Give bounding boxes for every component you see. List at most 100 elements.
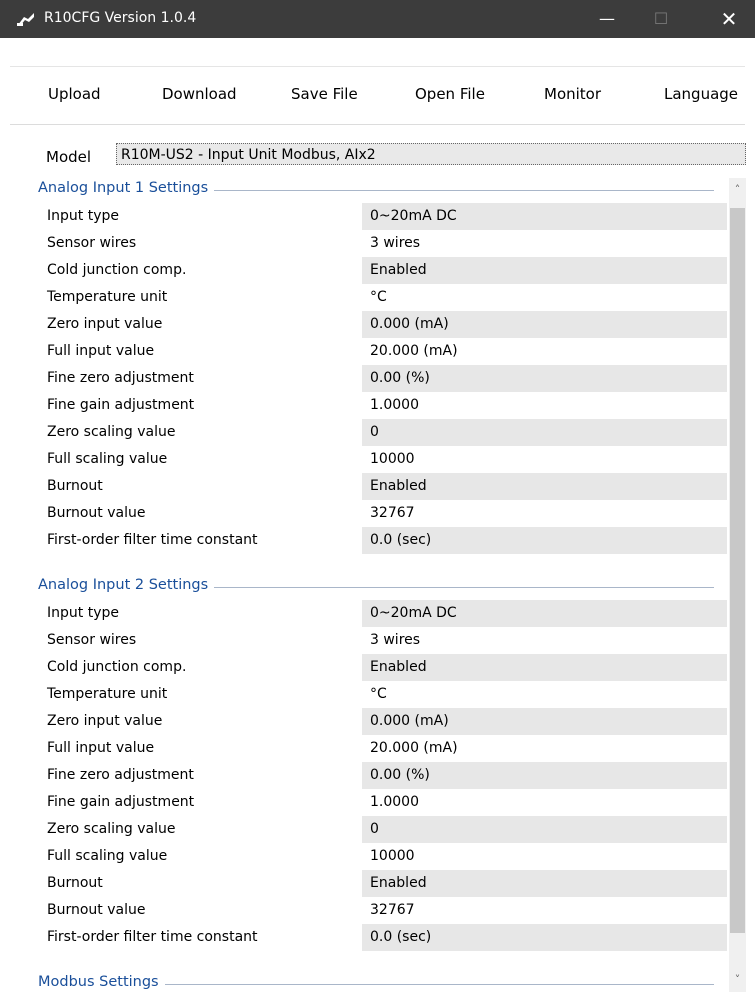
setting-value[interactable]: 20.000 (mA) [362, 338, 727, 365]
setting-value[interactable]: 1.0000 [362, 789, 727, 816]
menu-monitor[interactable]: Monitor [544, 85, 601, 103]
menu-save-file[interactable]: Save File [291, 85, 358, 103]
scroll-thumb[interactable] [730, 208, 745, 933]
setting-label: Fine zero adjustment [47, 767, 194, 783]
setting-value[interactable]: Enabled [362, 257, 727, 284]
setting-label: Full scaling value [47, 848, 168, 864]
menu-bar: Upload Download Save File Open File Moni… [10, 66, 745, 125]
setting-label: Fine gain adjustment [47, 397, 195, 413]
setting-label: Input type [47, 605, 119, 621]
setting-label: Cold junction comp. [47, 659, 187, 675]
section-header: Analog Input 1 Settings [36, 178, 716, 202]
setting-row[interactable]: Input type 0~20mA DC [36, 600, 727, 627]
setting-label: First-order filter time constant [47, 532, 258, 548]
setting-value[interactable]: 3 wires [362, 627, 727, 654]
setting-row[interactable]: Zero scaling value 0 [36, 816, 727, 843]
setting-label: Sensor wires [47, 235, 137, 251]
setting-label: Zero input value [47, 316, 163, 332]
setting-row[interactable]: Full scaling value 10000 [36, 446, 727, 473]
section-header: Analog Input 2 Settings [36, 575, 716, 599]
section-title: Analog Input 2 Settings [38, 577, 215, 593]
menu-language[interactable]: Language [664, 85, 738, 103]
setting-label: Zero scaling value [47, 424, 176, 440]
setting-label: Zero scaling value [47, 821, 176, 837]
section-title: Analog Input 1 Settings [38, 180, 215, 196]
setting-row[interactable]: Sensor wires 3 wires [36, 230, 727, 257]
setting-row[interactable]: Fine gain adjustment 1.0000 [36, 789, 727, 816]
setting-value[interactable]: Enabled [362, 870, 727, 897]
title-bar[interactable]: R10CFG Version 1.0.4 — ☐ ✕ [0, 0, 755, 38]
setting-row[interactable]: First-order filter time constant 0.0 (sec… [36, 527, 727, 554]
maximize-button[interactable]: ☐ [638, 0, 684, 38]
setting-row[interactable]: Temperature unit °C [36, 681, 727, 708]
setting-value[interactable]: Enabled [362, 473, 727, 500]
vertical-scrollbar[interactable]: ˄ ˅ [729, 178, 746, 992]
setting-row[interactable]: Zero input value 0.000 (mA) [36, 311, 727, 338]
menu-download[interactable]: Download [162, 85, 237, 103]
scroll-up-arrow-icon[interactable]: ˄ [729, 182, 746, 198]
scroll-down-arrow-icon[interactable]: ˅ [729, 972, 746, 988]
setting-value[interactable]: 0.0 (sec) [362, 924, 727, 951]
setting-row[interactable]: Fine gain adjustment 1.0000 [36, 392, 727, 419]
minimize-button[interactable]: — [584, 0, 630, 38]
setting-row[interactable]: Zero scaling value 0 [36, 419, 727, 446]
menu-open-file[interactable]: Open File [415, 85, 485, 103]
setting-label: Full scaling value [47, 451, 168, 467]
setting-value[interactable]: 0.00 (%) [362, 762, 727, 789]
setting-label: Zero input value [47, 713, 163, 729]
setting-row[interactable]: Full input value 20.000 (mA) [36, 735, 727, 762]
setting-value[interactable]: 0 [362, 816, 727, 843]
setting-label: Full input value [47, 343, 155, 359]
window-title: R10CFG Version 1.0.4 [44, 10, 197, 26]
setting-label: Temperature unit [47, 289, 168, 305]
setting-row[interactable]: Full input value 20.000 (mA) [36, 338, 727, 365]
setting-row[interactable]: Input type 0~20mA DC [36, 203, 727, 230]
setting-row[interactable]: Burnout value 32767 [36, 500, 727, 527]
close-button[interactable]: ✕ [706, 0, 752, 38]
setting-label: Fine zero adjustment [47, 370, 194, 386]
setting-label: Input type [47, 208, 119, 224]
setting-value[interactable]: 0.000 (mA) [362, 708, 727, 735]
setting-row[interactable]: Fine zero adjustment 0.00 (%) [36, 365, 727, 392]
menu-divider [10, 124, 745, 125]
setting-value[interactable]: 0 [362, 419, 727, 446]
setting-row[interactable]: First-order filter time constant 0.0 (sec… [36, 924, 727, 951]
setting-value[interactable]: 32767 [362, 500, 727, 527]
setting-row[interactable]: Burnout Enabled [36, 870, 727, 897]
setting-label: Cold junction comp. [47, 262, 187, 278]
setting-row[interactable]: Burnout value 32767 [36, 897, 727, 924]
setting-value[interactable]: 0~20mA DC [362, 600, 727, 627]
setting-label: Temperature unit [47, 686, 168, 702]
setting-value[interactable]: 10000 [362, 446, 727, 473]
setting-value[interactable]: 0.00 (%) [362, 365, 727, 392]
setting-value[interactable]: 32767 [362, 897, 727, 924]
setting-value[interactable]: 1.0000 [362, 392, 727, 419]
setting-row[interactable]: Cold junction comp. Enabled [36, 257, 727, 284]
setting-value[interactable]: Enabled [362, 654, 727, 681]
setting-value[interactable]: °C [362, 681, 727, 708]
setting-value[interactable]: °C [362, 284, 727, 311]
setting-row[interactable]: Cold junction comp. Enabled [36, 654, 727, 681]
setting-row[interactable]: Burnout Enabled [36, 473, 727, 500]
setting-value[interactable]: 0.0 (sec) [362, 527, 727, 554]
setting-label: Full input value [47, 740, 155, 756]
menu-upload[interactable]: Upload [48, 85, 101, 103]
setting-row[interactable]: Sensor wires 3 wires [36, 627, 727, 654]
setting-row[interactable]: Fine zero adjustment 0.00 (%) [36, 762, 727, 789]
setting-row[interactable]: Temperature unit °C [36, 284, 727, 311]
setting-row[interactable]: Zero input value 0.000 (mA) [36, 708, 727, 735]
setting-label: Burnout [47, 875, 103, 891]
model-select[interactable]: R10M-US2 - Input Unit Modbus, AIx2 [116, 143, 746, 165]
setting-label: Burnout value [47, 902, 146, 918]
setting-value[interactable]: 10000 [362, 843, 727, 870]
setting-label: Burnout [47, 478, 103, 494]
section-title: Modbus Settings [38, 974, 165, 990]
setting-value[interactable]: 0.000 (mA) [362, 311, 727, 338]
setting-value[interactable]: 0~20mA DC [362, 203, 727, 230]
setting-label: Sensor wires [47, 632, 137, 648]
settings-panel: Analog Input 1 Settings Input type 0~20mA… [36, 178, 729, 992]
setting-value[interactable]: 20.000 (mA) [362, 735, 727, 762]
setting-label: First-order filter time constant [47, 929, 258, 945]
setting-row[interactable]: Full scaling value 10000 [36, 843, 727, 870]
setting-value[interactable]: 3 wires [362, 230, 727, 257]
